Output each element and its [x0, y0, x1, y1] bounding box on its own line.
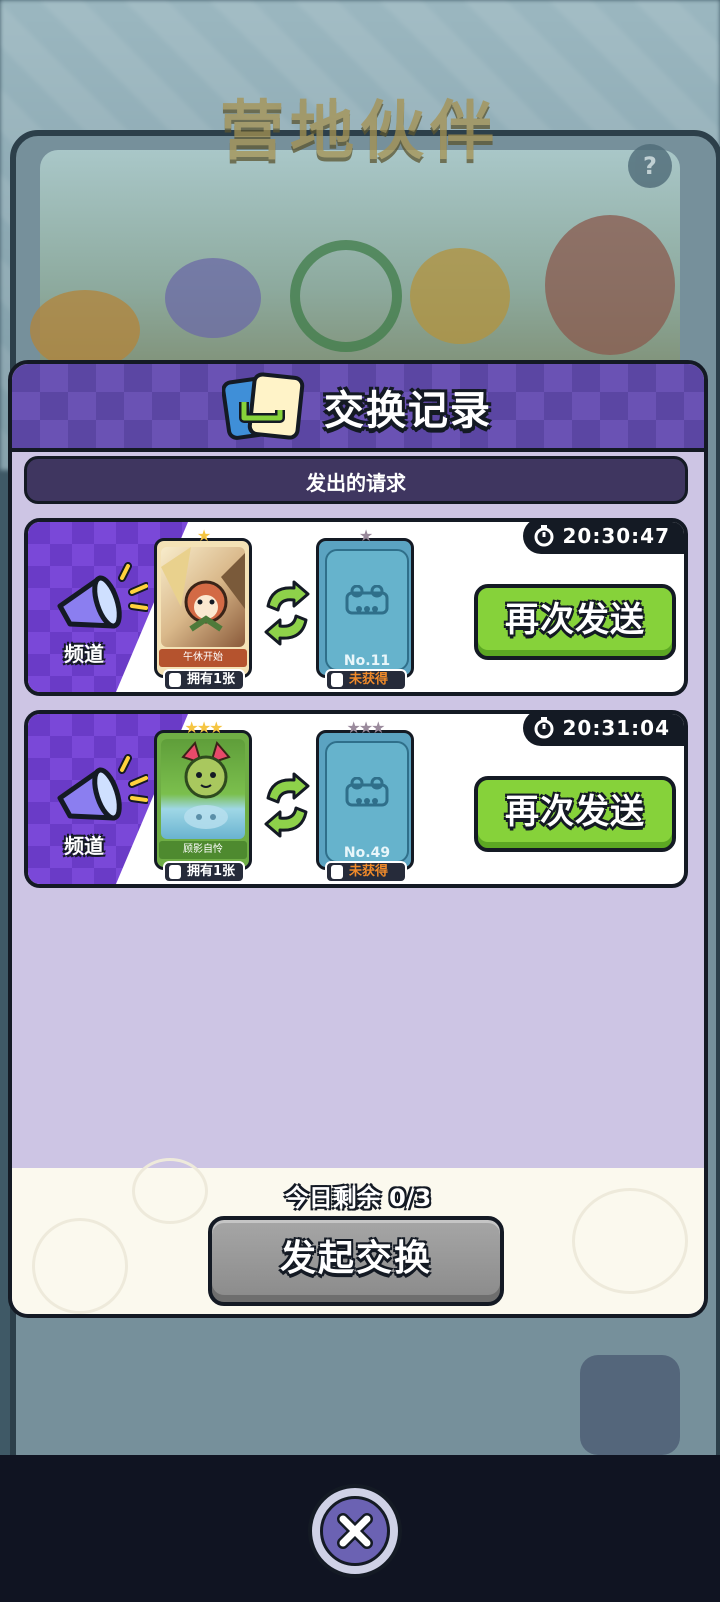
stopwatch-icon [534, 717, 553, 739]
background-character [165, 258, 261, 338]
request-timer: 20:31:04 [522, 714, 684, 746]
swap-arrows-icon [264, 580, 310, 646]
card-exchange-icon [222, 372, 305, 440]
star-icon: ★ [358, 526, 373, 545]
section-sent-requests: 发出的请求 [24, 456, 688, 504]
help-button[interactable]: ? [628, 144, 672, 188]
stopwatch-icon [534, 525, 553, 547]
channel-label: 频道 [64, 834, 104, 858]
remaining-count: 今日剩余 0/3 [284, 1184, 432, 1212]
background-character [30, 290, 140, 370]
channel-label: 频道 [64, 642, 104, 666]
background-wreath [290, 240, 402, 352]
checkbox-icon [169, 673, 181, 687]
checkbox-icon [169, 865, 181, 879]
request-card: 频道 ★★★ 顾影自怜 拥有1张 ★★★ No.49 未获得 20:31:04 … [24, 710, 688, 888]
exchange-record-dialog: 交换记录 发出的请求 频道 ★ 午休开始 拥有1张 ★ No.11 未获得 20… [8, 360, 708, 1318]
background-title: 营地伙伴 [220, 95, 500, 169]
star-icon: ★ [196, 526, 211, 545]
resend-button[interactable]: 再次发送 [474, 776, 676, 852]
offered-card[interactable]: ★ 午休开始 拥有1张 [154, 527, 252, 691]
card-placeholder: No.11 [325, 549, 409, 671]
resend-button[interactable]: 再次发送 [474, 584, 676, 660]
card-name: 午休开始 [159, 649, 247, 667]
card-placeholder: No.49 [325, 741, 409, 863]
checkbox-icon [331, 673, 343, 687]
megaphone-icon [57, 562, 148, 629]
wanted-card[interactable]: ★★★ No.49 未获得 [316, 719, 414, 883]
request-timer: 20:30:47 [522, 522, 684, 554]
wanted-card[interactable]: ★ No.11 未获得 [316, 527, 414, 691]
placeholder-logo-icon [345, 777, 389, 807]
megaphone-icon [57, 754, 148, 821]
card-artwork [161, 739, 245, 839]
close-button[interactable] [308, 1484, 402, 1578]
card-name: 顾影自怜 [159, 841, 247, 859]
owned-count: 拥有1张 [163, 861, 245, 883]
owned-count: 拥有1张 [163, 669, 245, 691]
start-exchange-button[interactable]: 发起交换 [208, 1216, 504, 1306]
star-icon: ★★★ [184, 718, 223, 737]
dialog-header: 交换记录 [12, 364, 704, 452]
checkbox-icon [331, 865, 343, 879]
background-character [545, 215, 675, 355]
offered-card[interactable]: ★★★ 顾影自怜 拥有1张 [154, 719, 252, 883]
star-icon: ★★★ [346, 718, 385, 737]
dialog-title: 交换记录 [324, 388, 492, 434]
close-icon [337, 1513, 373, 1549]
request-card: 频道 ★ 午休开始 拥有1张 ★ No.11 未获得 20:30:47 再次发送 [24, 518, 688, 696]
footer-decoration [32, 1218, 128, 1314]
card-artwork [161, 547, 245, 647]
background-character [410, 248, 510, 344]
placeholder-logo-icon [345, 585, 389, 615]
card-number: No.49 [343, 845, 391, 861]
dialog-footer: 今日剩余 0/3 发起交换 [12, 1158, 704, 1314]
card-number: No.11 [343, 653, 391, 669]
owned-status: 未获得 [325, 861, 407, 883]
owned-status: 未获得 [325, 669, 407, 691]
swap-arrows-icon [264, 772, 310, 838]
background-item [580, 1355, 680, 1455]
close-button-face [320, 1496, 390, 1566]
